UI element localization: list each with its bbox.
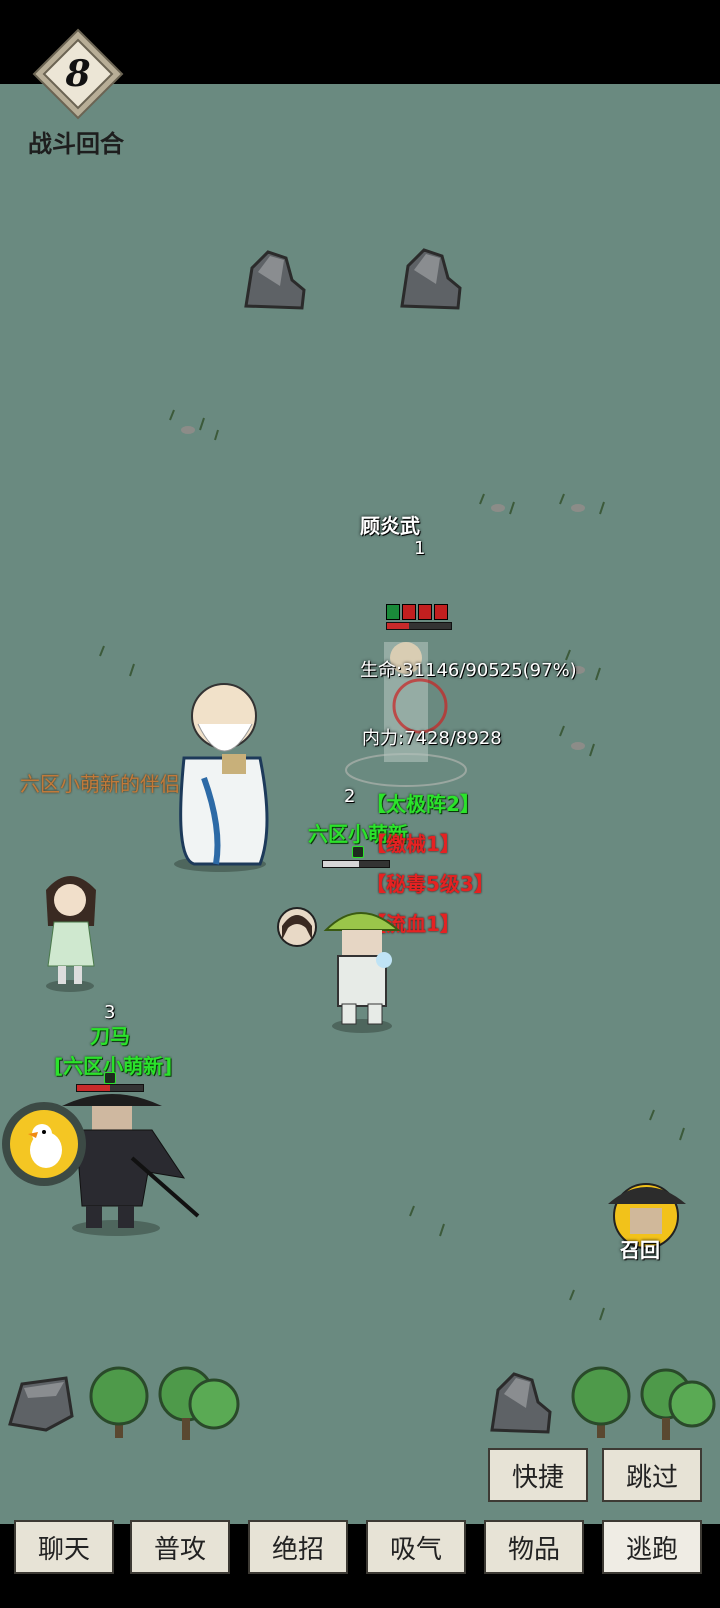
companion-character[interactable] [36,866,106,996]
shortcut-button[interactable]: 快捷 [488,1448,588,1502]
status-icon [434,604,448,620]
chat-button[interactable]: 聊天 [14,1520,114,1574]
player-buff-1: 【太极阵2】 [366,792,480,816]
flee-button[interactable]: 逃跑 [602,1520,702,1574]
enemy-position-number: 1 [414,538,426,559]
tree-icon [571,1366,631,1438]
player-hp-bar [322,860,390,868]
player-position-number: 2 [344,786,356,807]
recall-label[interactable]: 召回 [620,1234,660,1263]
grass-patch-icon [649,1109,685,1141]
attack-button[interactable]: 普攻 [130,1520,230,1574]
skip-button[interactable]: 跳过 [602,1448,702,1502]
rock-icon [400,248,462,310]
tree-icon [640,1368,716,1440]
master-character[interactable] [164,668,284,874]
enemy-hp-bar [386,622,452,630]
tree-icon [158,1366,240,1440]
enemy-name: 顾炎武 [360,514,420,538]
round-badge: 8 [32,28,124,120]
ultimate-button[interactable]: 绝招 [248,1520,348,1574]
tree-icon [89,1366,149,1438]
yinyang-status-icon [386,604,400,620]
shield-icon [104,1072,116,1084]
rock-icon [490,1372,552,1434]
player-buff-3: 【秘毒5级3】 [366,872,494,896]
round-number: 8 [64,53,90,95]
shield-icon [352,846,364,858]
grass-patch-icon [559,725,595,757]
items-button[interactable]: 物品 [484,1520,584,1574]
companion-label: 六区小萌新的伴侣 [20,772,180,796]
status-icon [402,604,416,620]
grass-patch-icon [569,1289,605,1321]
enemy-hp-text: 生命:31146/90525(97%) [360,660,577,681]
player-character[interactable] [320,900,404,1036]
duck-avatar-button[interactable] [0,1100,88,1188]
grass-patch-icon [559,493,605,515]
pet-name: 刀马 [90,1024,130,1048]
rock-icon [8,1376,74,1432]
player-buff-2: 【缴械1】 [366,832,460,856]
enemy-mp-text: 内力:7428/8928 [362,728,502,749]
grass-patch-icon [409,1205,445,1237]
grass-patch-icon [479,493,515,515]
enemy-target[interactable] [336,630,476,790]
rock-icon [244,250,306,310]
round-title: 战斗回合 [28,130,124,158]
absorb-button[interactable]: 吸气 [366,1520,466,1574]
grass-patch-icon [99,645,135,677]
grass-patch-icon [169,409,219,441]
status-icon [418,604,432,620]
companion-avatar[interactable] [276,906,318,948]
